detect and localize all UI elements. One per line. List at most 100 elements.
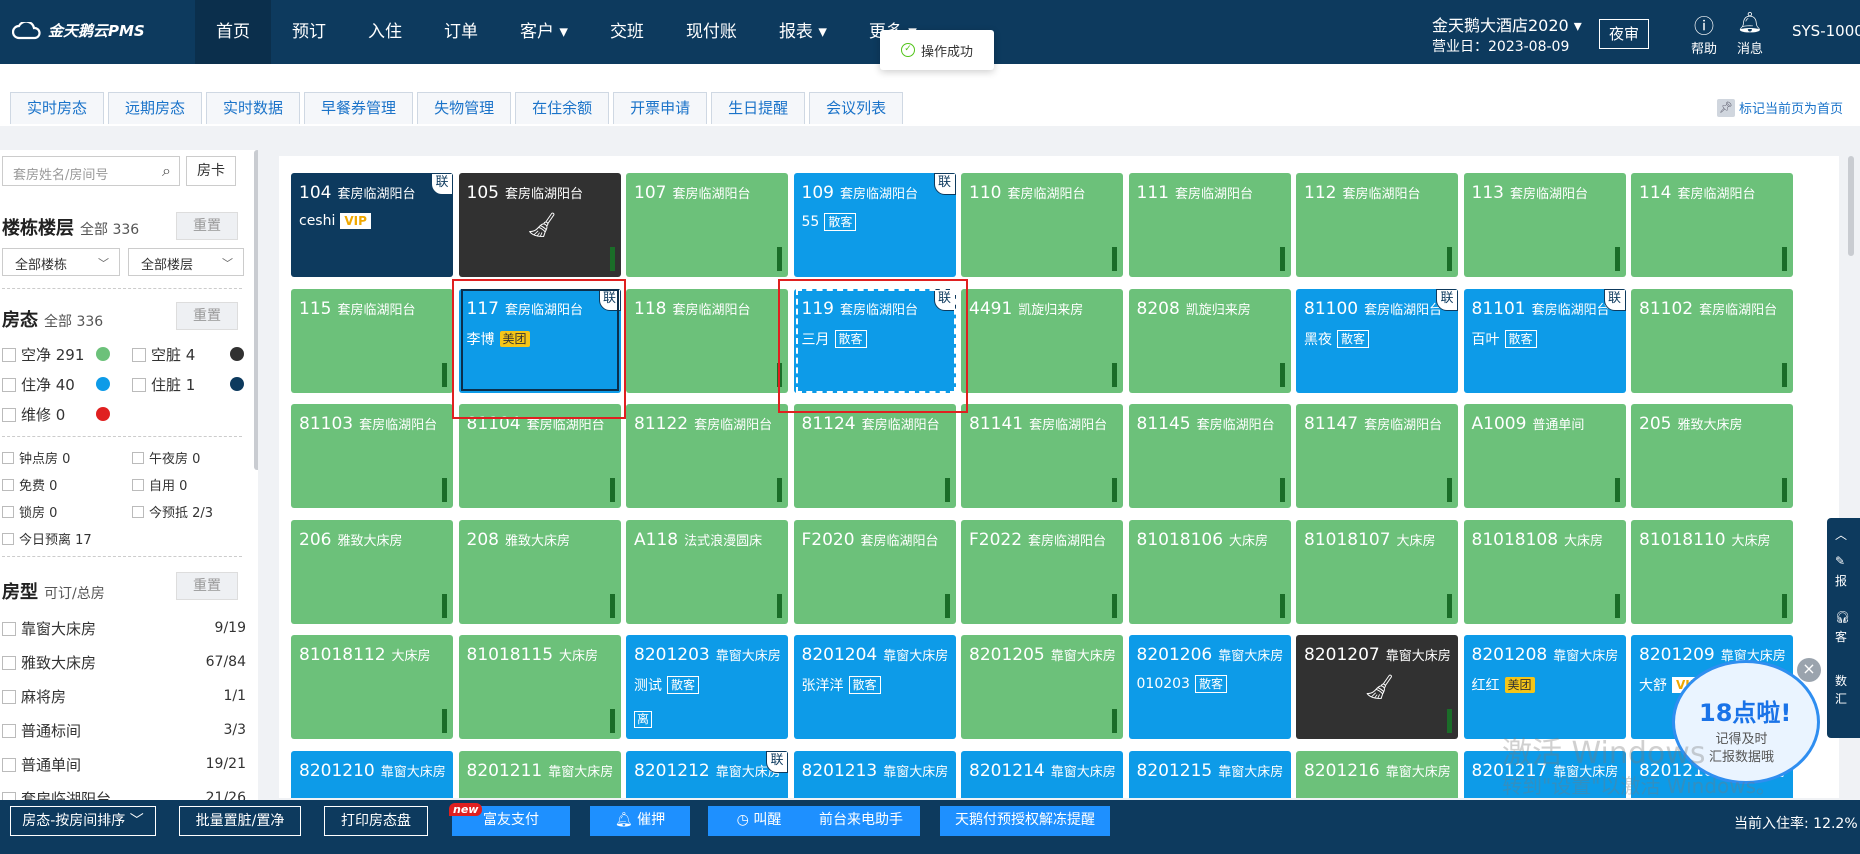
call-assistant-button[interactable]: 前台来电助手 — [802, 806, 920, 836]
user-id[interactable]: SYS-10009 — [1792, 22, 1860, 40]
room-card[interactable]: 109 套房临湖阳台 55 散客 联 — [793, 173, 956, 277]
checkbox[interactable] — [132, 451, 144, 464]
wrench-icon[interactable]: ✎ — [1835, 554, 1845, 568]
batch-clean-button[interactable]: 批量置脏/置净 — [179, 806, 301, 836]
print-status-button[interactable]: 打印房态盘 — [324, 806, 428, 836]
room-card[interactable]: 81018108 大床房 — [1463, 519, 1626, 624]
room-card[interactable]: 81100 套房临湖阳台 黑夜 散客 联 — [1296, 288, 1458, 393]
help-button[interactable]: ⓘ 帮助 — [1684, 10, 1724, 57]
roomtype-item[interactable]: 普通标间 — [2, 720, 81, 741]
roomtype-item[interactable]: 套房临湖阳台 — [2, 788, 111, 800]
room-card[interactable]: 208 雅致大床房 — [458, 519, 621, 624]
status-occupied-dirty[interactable]: 住脏 1 — [132, 374, 195, 395]
checkbox[interactable] — [2, 655, 16, 670]
nav-shift[interactable]: 交班 — [589, 0, 665, 64]
checkbox[interactable] — [2, 723, 16, 738]
roomtype-item[interactable]: 雅致大床房 — [2, 652, 96, 673]
checkbox[interactable] — [132, 377, 146, 392]
room-card[interactable]: 104 套房临湖阳台 ceshi VIP 联 — [291, 173, 453, 277]
room-card[interactable]: A118 法式浪漫圆床 — [626, 519, 788, 624]
checkbox[interactable] — [132, 347, 146, 362]
room-card[interactable]: F2022 套房临湖阳台 — [961, 519, 1123, 624]
tab-birthday-reminder[interactable]: 生日提醒 — [711, 92, 806, 124]
filter-hourly[interactable]: 钟点房 0 — [2, 448, 70, 467]
checkbox[interactable] — [2, 478, 14, 491]
room-card[interactable]: 8208 凯旋归来房 — [1128, 288, 1291, 393]
mark-home-link[interactable]: 📌︎ 标记当前页为首页 — [1717, 98, 1843, 117]
filter-free[interactable]: 免费 0 — [2, 475, 57, 494]
room-card[interactable]: F2020 套房临湖阳台 — [793, 519, 956, 624]
checkbox[interactable] — [132, 505, 144, 518]
building-select[interactable]: 全部楼栋 ﹀ — [2, 248, 120, 276]
close-icon[interactable]: × — [1797, 658, 1821, 682]
room-card[interactable]: 8201216 靠窗大床房 — [1296, 750, 1458, 798]
sort-select[interactable]: 房态-按房间排序 ﹀ — [10, 806, 156, 836]
checkbox[interactable] — [2, 791, 16, 800]
room-card[interactable]: 8201214 靠窗大床房 — [961, 750, 1123, 798]
deposit-reminder-button[interactable]: 🔔︎ 催押 — [590, 806, 690, 836]
room-card[interactable]: 206 雅致大床房 — [291, 519, 453, 624]
room-card[interactable]: 81018110 大床房 — [1631, 519, 1793, 624]
float-report[interactable]: 报 — [1835, 572, 1847, 589]
hotel-selector[interactable]: 金天鹅大酒店2020 ▾ — [1432, 12, 1582, 36]
nav-reservation[interactable]: 预订 — [271, 0, 347, 64]
room-card[interactable]: 81141 套房临湖阳台 — [961, 404, 1123, 508]
nav-cash-account[interactable]: 现付账 — [665, 0, 758, 64]
tab-realtime-data[interactable]: 实时数据 — [206, 92, 301, 124]
room-card[interactable]: 8201203 靠窗大床房 测试 散客离 — [626, 635, 788, 739]
roomtype-reset-button[interactable]: 重置 — [176, 572, 238, 600]
status-vacant-clean[interactable]: 空净 291 — [2, 344, 84, 365]
filter-locked[interactable]: 锁房 0 — [2, 502, 57, 521]
room-card[interactable]: 8201207 靠窗大床房 🧹︎ — [1296, 635, 1458, 739]
filter-midnight[interactable]: 午夜房 0 — [132, 448, 200, 467]
checkbox[interactable] — [2, 621, 16, 636]
checkbox[interactable] — [2, 505, 14, 518]
room-card[interactable]: 8201204 靠窗大床房 张洋洋 散客 — [793, 635, 956, 739]
tab-breakfast-voucher[interactable]: 早餐券管理 — [304, 92, 414, 124]
tab-realtime-status[interactable]: 实时房态 — [10, 92, 105, 124]
room-card[interactable]: 8201212 靠窗大床房联 — [626, 750, 788, 798]
checkbox[interactable] — [2, 377, 16, 392]
building-reset-button[interactable]: 重置 — [176, 212, 238, 240]
room-card[interactable]: 110 套房临湖阳台 — [961, 173, 1123, 277]
room-card[interactable]: 8201210 靠窗大床房 — [291, 750, 453, 798]
nav-checkin[interactable]: 入住 — [347, 0, 423, 64]
nav-orders[interactable]: 订单 — [423, 0, 499, 64]
checkbox[interactable] — [2, 532, 14, 545]
float-report2[interactable]: 汇 — [1835, 690, 1847, 707]
chevron-up-icon[interactable]: ︿ — [1835, 526, 1847, 543]
room-card[interactable]: 81018115 大床房 — [458, 635, 621, 739]
preauth-release-button[interactable]: 天鹅付预授权解冻提醒 — [940, 806, 1110, 836]
floor-select[interactable]: 全部楼层 ﹀ — [128, 248, 244, 276]
room-card[interactable]: A1009 普通单间 — [1463, 404, 1626, 508]
status-vacant-dirty[interactable]: 空脏 4 — [132, 344, 195, 365]
room-card[interactable]: 81018112 大床房 — [291, 635, 453, 739]
room-card[interactable]: 81122 套房临湖阳台 — [626, 404, 788, 508]
status-occupied-clean[interactable]: 住净 40 — [2, 374, 75, 395]
room-card[interactable]: 105 套房临湖阳台 🧹︎ — [458, 173, 621, 277]
float-data[interactable]: 数 — [1835, 672, 1847, 689]
room-card[interactable]: 112 套房临湖阳台 — [1296, 173, 1458, 277]
filter-departures[interactable]: 今日预离 17 — [2, 529, 92, 548]
roomtype-item[interactable]: 普通单间 — [2, 754, 81, 775]
wakeup-button[interactable]: ◷ 叫醒 — [708, 806, 810, 836]
room-card[interactable]: 81018106 大床房 — [1128, 519, 1291, 624]
room-card[interactable]: 81104 套房临湖阳台 — [458, 404, 621, 508]
room-card[interactable]: 8201215 靠窗大床房 — [1128, 750, 1291, 798]
messages-button[interactable]: 🔔︎ 消息 — [1730, 10, 1770, 57]
room-card[interactable]: 114 套房临湖阳台 — [1631, 173, 1793, 277]
tab-meeting-list[interactable]: 会议列表 — [809, 92, 904, 124]
float-service[interactable]: 客 — [1835, 628, 1847, 645]
roomtype-item[interactable]: 靠窗大床房 — [2, 618, 96, 639]
room-card[interactable]: 8201206 靠窗大床房 010203 散客 — [1128, 635, 1291, 739]
room-card[interactable]: 205 雅致大床房 — [1631, 404, 1793, 508]
checkbox[interactable] — [132, 478, 144, 491]
room-card[interactable]: 8201213 靠窗大床房 — [793, 750, 956, 798]
room-card[interactable]: 111 套房临湖阳台 — [1128, 173, 1291, 277]
roomtype-item[interactable]: 麻将房 — [2, 686, 66, 707]
nav-reports[interactable]: 报表 ▾ — [758, 0, 848, 64]
room-card[interactable]: 113 套房临湖阳台 — [1463, 173, 1626, 277]
status-reset-button[interactable]: 重置 — [176, 302, 238, 330]
room-card[interactable]: 115 套房临湖阳台 — [291, 288, 453, 393]
nav-home[interactable]: 首页 — [195, 0, 271, 64]
